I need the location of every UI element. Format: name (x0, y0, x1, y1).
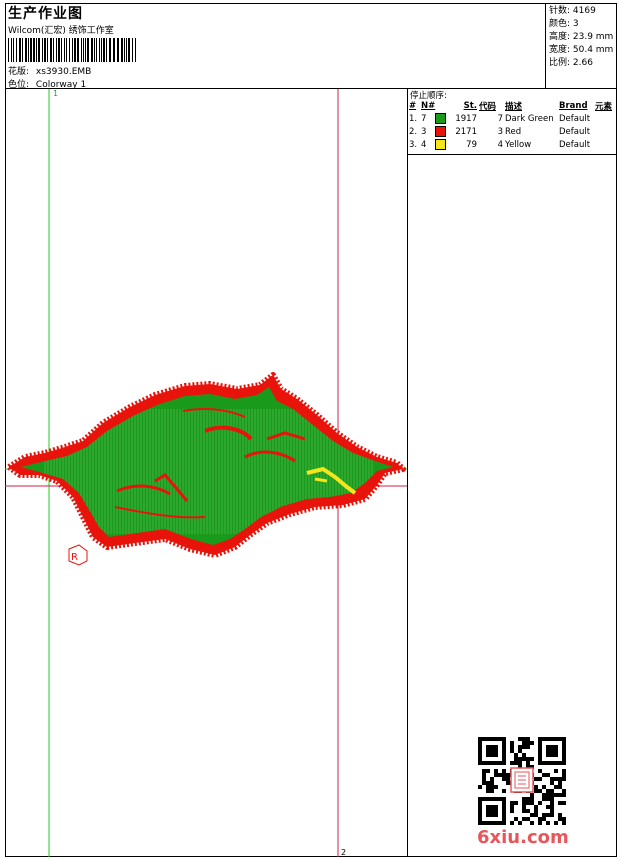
row-code: 7 (497, 113, 503, 124)
color-swatch (435, 113, 447, 124)
design-file-value: xs3930.EMB (35, 67, 92, 77)
header-block: 生产作业图 Wilcom(汇宏) 绣饰工作室 花版: xs3930.EMB 色位… (5, 3, 617, 90)
col-header-description: 描述 (505, 101, 523, 112)
company-name: Wilcom(汇宏) 绣饰工作室 (8, 26, 114, 36)
row-code: 4 (497, 139, 503, 150)
row-brand: Default (559, 126, 591, 137)
col-header-code: 代码 (479, 101, 497, 112)
header-divider (545, 3, 546, 88)
stat-height: 高度: 23.9 mm (549, 32, 614, 42)
col-header-needle: N# (421, 100, 436, 111)
qr-code (478, 737, 566, 825)
design-file-line: 花版: xs3930.EMB (8, 64, 91, 77)
row-description: Red (505, 126, 522, 137)
marker-2: 2 (341, 848, 346, 857)
registered-mark: R (68, 544, 88, 566)
stat-stitches: 针数: 4169 (549, 6, 596, 16)
row-stitches: 1917 (455, 113, 477, 124)
design-preview-area: 1 2 R (5, 89, 408, 857)
row-needle: 7 (421, 114, 427, 124)
color-swatch (435, 139, 447, 150)
col-header-element: 元素 (595, 101, 613, 112)
row-stitches: 2171 (455, 126, 477, 137)
row-index: 3. (409, 139, 418, 150)
col-header-stitches: St. (463, 100, 477, 111)
barcode (8, 38, 136, 62)
stat-colors: 颜色: 3 (549, 19, 579, 29)
col-header-index: # (409, 100, 417, 111)
color-swatch (435, 126, 447, 137)
row-needle: 4 (421, 140, 427, 150)
embroidery-canvas: 1 2 R (5, 89, 407, 857)
col-header-brand: Brand (559, 100, 588, 111)
row-description: Yellow (505, 139, 532, 150)
row-needle: 3 (421, 127, 427, 137)
marker-1: 1 (53, 89, 58, 98)
row-brand: Default (559, 113, 591, 124)
table-row: 3. 4 79 4 Yellow Default (408, 138, 617, 151)
stop-sequence-table: # N# St. 代码 描述 Brand 元素 1. 7 1917 7 Dark… (408, 99, 617, 151)
table-row: 2. 3 2171 3 Red Default (408, 125, 617, 138)
row-stitches: 79 (466, 139, 477, 150)
stop-sequence-panel: 停止顺序: # N# St. 代码 描述 Brand 元素 1. 7 1917 … (408, 89, 617, 155)
stats-block: 针数: 4169 颜色: 3 高度: 23.9 mm 宽度: 50.4 mm 比… (549, 5, 613, 70)
stat-ratio: 比例: 2.66 (549, 58, 593, 68)
watermark-text: 6xiu.com (477, 827, 569, 848)
page-title: 生产作业图 (8, 6, 83, 22)
row-brand: Default (559, 139, 591, 150)
table-header-row: # N# St. 代码 描述 Brand 元素 (408, 99, 617, 112)
registered-mark-letter: R (71, 552, 78, 563)
table-row: 1. 7 1917 7 Dark Green Default (408, 112, 617, 125)
row-index: 1. (409, 113, 418, 124)
design-file-label: 花版: (8, 67, 30, 77)
stat-width: 宽度: 50.4 mm (549, 45, 614, 55)
hog-embroidery-graphic (6, 372, 406, 558)
row-code: 3 (497, 126, 503, 137)
row-description: Dark Green (505, 113, 554, 124)
row-index: 2. (409, 126, 418, 137)
